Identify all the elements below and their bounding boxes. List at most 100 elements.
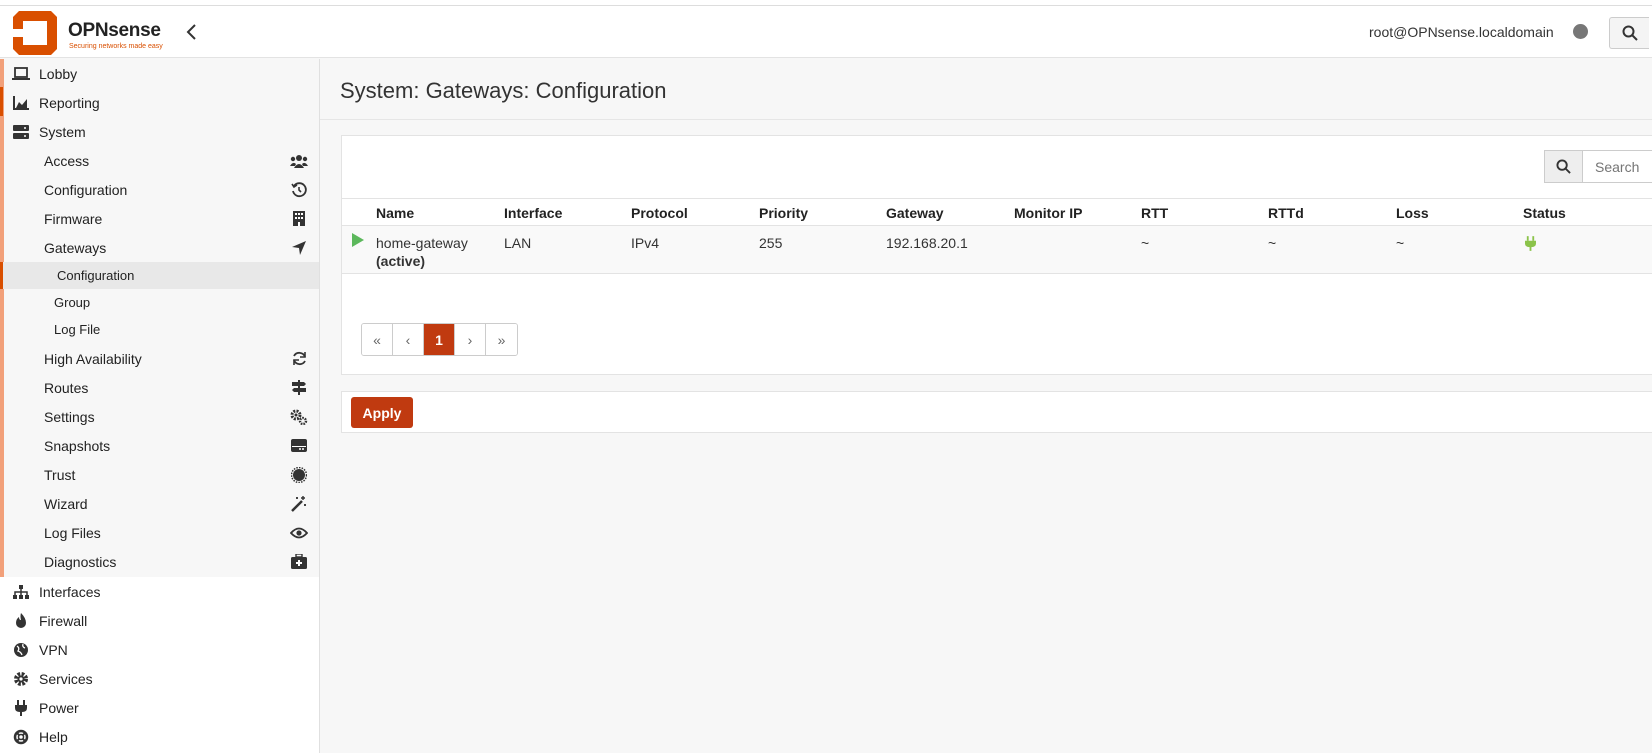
column-header-name[interactable]: Name <box>376 205 414 221</box>
apply-button[interactable]: Apply <box>351 397 413 428</box>
globe-icon <box>11 642 31 658</box>
sidebar-item-label: VPN <box>39 641 68 658</box>
eye-icon <box>289 525 309 541</box>
search-icon <box>1622 25 1638 41</box>
user-account-link[interactable]: root@OPNsense.localdomain <box>1369 24 1554 40</box>
sidebar-item-label: Trust <box>44 466 76 483</box>
sidebar-item-reporting[interactable]: Reporting <box>0 88 319 117</box>
sidebar-item-high-availability[interactable]: High Availability <box>4 344 319 373</box>
sidebar-item-trust[interactable]: Trust <box>4 460 319 489</box>
opnsense-logo-icon[interactable] <box>11 9 59 57</box>
plug-icon <box>1525 236 1536 251</box>
search-icon <box>1556 159 1571 174</box>
pagination: « ‹ 1 › » <box>361 323 518 356</box>
cog-icon <box>11 671 31 687</box>
sidebar-item-firewall[interactable]: Firewall <box>0 606 319 635</box>
column-header-priority[interactable]: Priority <box>759 205 808 221</box>
column-header-monitor-ip[interactable]: Monitor IP <box>1014 205 1082 221</box>
sidebar-item-lobby[interactable]: Lobby <box>0 59 319 88</box>
sidebar-item-routes[interactable]: Routes <box>4 373 319 402</box>
magic-icon <box>289 495 309 512</box>
column-header-gateway[interactable]: Gateway <box>886 205 944 221</box>
cell-name: home-gateway (active) <box>376 234 468 270</box>
search-input[interactable] <box>1583 151 1652 182</box>
sidebar-item-label: Configuration <box>57 268 135 283</box>
server-icon <box>11 124 31 140</box>
sidebar-subitem-configuration[interactable]: Configuration <box>0 262 319 289</box>
sidebar-item-system[interactable]: System <box>0 117 319 146</box>
sidebar-item-label: Routes <box>44 379 89 396</box>
laptop-icon <box>11 66 31 82</box>
column-header-protocol[interactable]: Protocol <box>631 205 688 221</box>
play-icon[interactable] <box>352 233 364 247</box>
page-first-button[interactable]: « <box>362 324 393 355</box>
page-last-button[interactable]: » <box>486 324 517 355</box>
header-search-button[interactable] <box>1609 17 1649 49</box>
plug-icon <box>11 699 31 716</box>
sidebar-subitem-group[interactable]: Group <box>4 289 319 316</box>
sidebar-subitem-log-file[interactable]: Log File <box>4 316 319 343</box>
page-title: System: Gateways: Configuration <box>340 78 667 103</box>
sidebar-item-diagnostics[interactable]: Diagnostics <box>4 547 319 576</box>
cell-loss: ~ <box>1396 235 1405 251</box>
sidebar-item-wizard[interactable]: Wizard <box>4 489 319 518</box>
column-header-rttd[interactable]: RTTd <box>1268 205 1304 221</box>
sidebar-item-label: Services <box>39 670 93 687</box>
cell-gateway: 192.168.20.1 <box>886 235 968 251</box>
sidebar-item-interfaces[interactable]: Interfaces <box>0 577 319 606</box>
location-arrow-icon <box>289 240 309 256</box>
sitemap-icon <box>11 584 31 600</box>
column-header-rtt[interactable]: RTT <box>1141 205 1168 221</box>
building-icon <box>289 211 309 227</box>
sidebar-item-label: Group <box>54 295 91 310</box>
sidebar-item-label: Firmware <box>44 210 103 227</box>
sidebar-item-snapshots[interactable]: Snapshots <box>4 431 319 460</box>
table-header: Name Interface Protocol Priority Gateway… <box>342 198 1652 226</box>
column-header-interface[interactable]: Interface <box>504 205 562 221</box>
sidebar-item-gateways[interactable]: Gateways <box>4 233 319 262</box>
sidebar-item-label: Power <box>39 699 79 716</box>
table-search <box>1544 150 1652 183</box>
page-header: System: Gateways: Configuration <box>320 59 1652 120</box>
table-row[interactable]: home-gateway (active) LAN IPv4 255 192.1… <box>342 226 1652 274</box>
sidebar-item-configuration[interactable]: Configuration <box>4 175 319 204</box>
page-current-button[interactable]: 1 <box>424 324 455 355</box>
sidebar-item-help[interactable]: Help <box>0 722 319 751</box>
brand-name: OPNsense <box>68 20 161 41</box>
area-chart-icon <box>11 95 31 111</box>
sidebar-item-power[interactable]: Power <box>0 693 319 722</box>
sidebar-item-label: Snapshots <box>44 437 111 454</box>
sidebar-item-label: Help <box>39 728 68 745</box>
sidebar-item-label: Diagnostics <box>44 553 117 570</box>
gateways-panel: Name Interface Protocol Priority Gateway… <box>341 135 1652 375</box>
cell-interface: LAN <box>504 235 532 251</box>
sidebar-item-firmware[interactable]: Firmware <box>4 204 319 233</box>
sidebar-item-label: High Availability <box>44 350 142 367</box>
sidebar-item-label: Settings <box>44 408 95 425</box>
certificate-icon <box>289 466 309 483</box>
sidebar-item-label: Lobby <box>39 65 78 82</box>
status-indicator-icon[interactable] <box>1573 24 1588 39</box>
sidebar-item-label: Wizard <box>44 495 88 512</box>
sidebar-item-settings[interactable]: Settings <box>4 402 319 431</box>
life-ring-icon <box>11 729 31 745</box>
sidebar-item-access[interactable]: Access <box>4 146 319 175</box>
column-header-loss[interactable]: Loss <box>1396 205 1429 221</box>
column-header-status[interactable]: Status <box>1523 205 1566 221</box>
sidebar-item-label: Log File <box>54 322 101 337</box>
page-prev-button[interactable]: ‹ <box>393 324 424 355</box>
cell-rttd: ~ <box>1268 235 1277 251</box>
apply-panel: Apply <box>341 391 1652 433</box>
search-button[interactable] <box>1545 151 1583 182</box>
sidebar-item-log-files[interactable]: Log Files <box>4 518 319 547</box>
chevron-left-icon[interactable] <box>183 22 201 42</box>
refresh-icon <box>289 351 309 367</box>
medkit-icon <box>289 554 309 570</box>
hdd-icon <box>289 438 309 454</box>
sidebar-item-services[interactable]: Services <box>0 664 319 693</box>
history-icon <box>289 181 309 198</box>
sidebar-item-vpn[interactable]: VPN <box>0 635 319 664</box>
page-next-button[interactable]: › <box>455 324 486 355</box>
sidebar-item-label: Access <box>44 152 90 169</box>
sidebar-item-label: Firewall <box>39 612 88 629</box>
